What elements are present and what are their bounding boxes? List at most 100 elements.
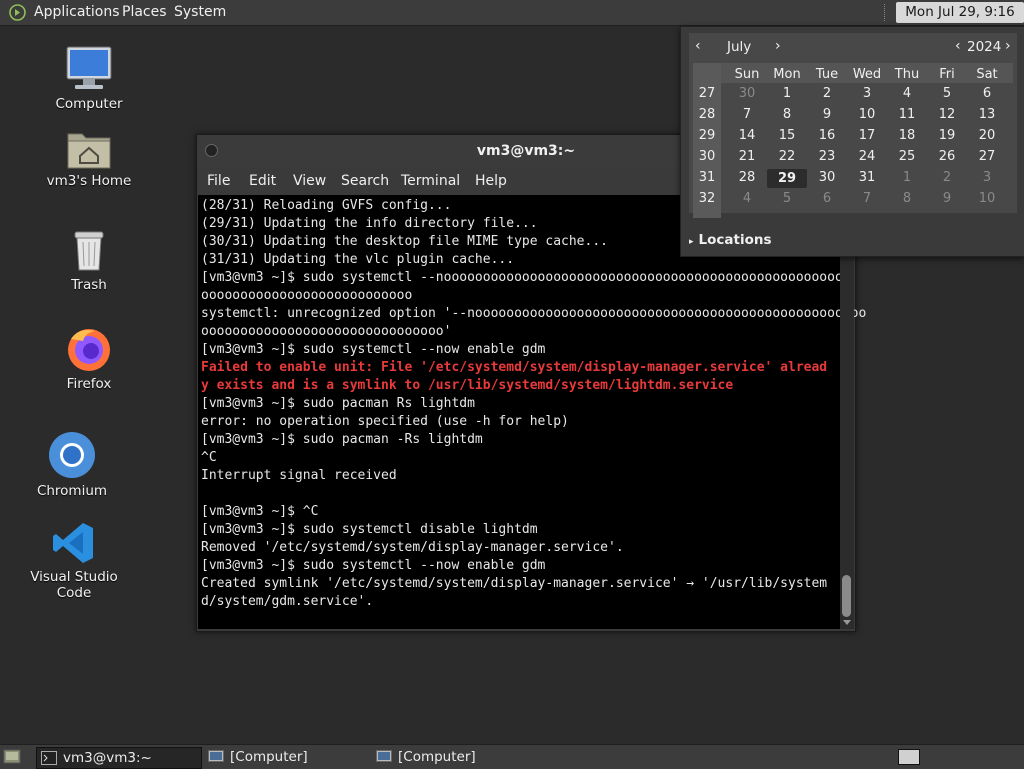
- task-label: [Computer]: [398, 749, 476, 765]
- desktop-icon-chromium[interactable]: Chromium: [12, 430, 132, 499]
- locations-expander[interactable]: ▸ Locations: [689, 232, 772, 248]
- weekday-header: Wed: [852, 67, 882, 82]
- show-desktop-icon[interactable]: [3, 749, 21, 765]
- weekday-header: Thu: [894, 67, 920, 82]
- calendar-day[interactable]: 14: [727, 128, 767, 143]
- menu-help[interactable]: Help: [475, 173, 507, 189]
- scroll-down-arrow-icon[interactable]: [843, 620, 851, 625]
- calendar-day[interactable]: 24: [847, 149, 887, 164]
- calendar-day[interactable]: 30: [727, 86, 767, 101]
- terminal-line: [vm3@vm3 ~]$ sudo systemctl --nooooooooo…: [201, 270, 851, 285]
- calendar-day[interactable]: 11: [887, 107, 927, 122]
- calendar-day-today[interactable]: 29: [767, 169, 807, 188]
- calendar-day[interactable]: 16: [807, 128, 847, 143]
- terminal-line: ooooooooooooooooooooooooooooooo': [201, 324, 452, 339]
- terminal-line: [vm3@vm3 ~]$ sudo systemctl disable ligh…: [201, 522, 538, 537]
- calendar-day[interactable]: 6: [967, 86, 1007, 101]
- week-number: 27: [698, 86, 716, 101]
- weekday-header: Fri: [939, 67, 955, 82]
- calendar-day[interactable]: 31: [847, 170, 887, 185]
- weekday-header: Sun: [734, 67, 760, 82]
- calendar-day[interactable]: 3: [847, 86, 887, 101]
- applications-menu[interactable]: Applications: [34, 4, 120, 20]
- system-menu[interactable]: System: [174, 4, 226, 20]
- menu-file[interactable]: File: [207, 173, 230, 189]
- terminal-line: y exists and is a symlink to /usr/lib/sy…: [201, 378, 734, 393]
- calendar-day[interactable]: 7: [847, 191, 887, 206]
- calendar-day[interactable]: 20: [967, 128, 1007, 143]
- calendar-day[interactable]: 10: [847, 107, 887, 122]
- terminal-line: Failed to enable unit: File '/etc/system…: [201, 360, 828, 375]
- weekday-header: Mon: [773, 67, 801, 82]
- terminal-line: [vm3@vm3 ~]$ sudo pacman -Rs lightdm: [201, 432, 483, 447]
- desktop-icon-trash[interactable]: Trash: [29, 228, 149, 293]
- calendar-day[interactable]: 6: [807, 191, 847, 206]
- calendar-day[interactable]: 5: [767, 191, 807, 206]
- desktop-icon-home[interactable]: vm3's Home: [29, 128, 149, 189]
- taskbar-item-terminal[interactable]: vm3@vm3:~: [36, 747, 202, 769]
- desktop-icon-label: Computer: [55, 96, 123, 112]
- calendar-day[interactable]: 21: [727, 149, 767, 164]
- terminal-line: [vm3@vm3 ~]$ sudo systemctl --now enable…: [201, 558, 546, 573]
- calendar-day[interactable]: 9: [807, 107, 847, 122]
- menu-terminal[interactable]: Terminal: [401, 173, 460, 189]
- desktop-icon-firefox[interactable]: Firefox: [29, 325, 149, 392]
- taskbar-item-computer[interactable]: [Computer]: [204, 747, 368, 767]
- calendar-day[interactable]: 4: [727, 191, 767, 206]
- desktop-icon-computer[interactable]: Computer: [29, 45, 149, 112]
- calendar-day[interactable]: 25: [887, 149, 927, 164]
- terminal-line: Created symlink '/etc/systemd/system/dis…: [201, 576, 828, 591]
- terminal-line: ^C: [201, 450, 217, 465]
- terminal-scrollbar[interactable]: [840, 195, 854, 629]
- calendar-day[interactable]: 2: [927, 170, 967, 185]
- task-label: [Computer]: [230, 749, 308, 765]
- mate-logo-icon[interactable]: [9, 4, 26, 21]
- calendar-day[interactable]: 1: [887, 170, 927, 185]
- calendar-popup: ‹ July › ‹ 2024 › Sun Mon Tue Wed Thu Fri Sat 2…: [680, 26, 1024, 257]
- calendar-day[interactable]: 1: [767, 86, 807, 101]
- taskbar-item-computer-2[interactable]: [Computer]: [372, 747, 536, 767]
- next-month-arrow-icon[interactable]: ›: [775, 38, 781, 54]
- next-year-arrow-icon[interactable]: ›: [1005, 38, 1011, 54]
- calendar-day[interactable]: 13: [967, 107, 1007, 122]
- calendar-day[interactable]: 15: [767, 128, 807, 143]
- places-menu[interactable]: Places: [122, 4, 167, 20]
- calendar-day[interactable]: 22: [767, 149, 807, 164]
- calendar-day[interactable]: 7: [727, 107, 767, 122]
- menu-search[interactable]: Search: [341, 173, 389, 189]
- calendar-day[interactable]: 17: [847, 128, 887, 143]
- calendar-day[interactable]: 2: [807, 86, 847, 101]
- calendar-day[interactable]: 4: [887, 86, 927, 101]
- calendar-day[interactable]: 3: [967, 170, 1007, 185]
- calendar-day[interactable]: 28: [727, 170, 767, 185]
- week-number: 30: [698, 149, 716, 164]
- desktop-icon-label: Visual Studio Code: [30, 569, 118, 601]
- terminal-line: systemctl: unrecognized option '--nooooo…: [201, 306, 867, 321]
- terminal-line: d/system/gdm.service'.: [201, 594, 374, 609]
- calendar-day[interactable]: 19: [927, 128, 967, 143]
- prev-year-arrow-icon[interactable]: ‹: [955, 38, 961, 54]
- calendar-day[interactable]: 8: [767, 107, 807, 122]
- calendar-widget: ‹ July › ‹ 2024 › Sun Mon Tue Wed Thu Fri Sat 2…: [689, 33, 1017, 218]
- week-number: 31: [698, 170, 716, 185]
- workspace-switcher[interactable]: [898, 749, 920, 765]
- menu-edit[interactable]: Edit: [249, 173, 276, 189]
- calendar-day[interactable]: 27: [967, 149, 1007, 164]
- calendar-day[interactable]: 9: [927, 191, 967, 206]
- desktop-icon-vscode[interactable]: Visual Studio Code: [14, 520, 134, 601]
- calendar-day[interactable]: 30: [807, 170, 847, 185]
- calendar-day[interactable]: 18: [887, 128, 927, 143]
- scrollbar-thumb[interactable]: [842, 575, 851, 617]
- menu-view[interactable]: View: [293, 173, 326, 189]
- calendar-day[interactable]: 5: [927, 86, 967, 101]
- calendar-day[interactable]: 23: [807, 149, 847, 164]
- calendar-day[interactable]: 12: [927, 107, 967, 122]
- clock-applet[interactable]: Mon Jul 29, 9:16 AM: [896, 2, 1024, 41]
- prev-month-arrow-icon[interactable]: ‹: [695, 38, 701, 54]
- terminal-line: error: no operation specified (use -h fo…: [201, 414, 569, 429]
- calendar-day[interactable]: 8: [887, 191, 927, 206]
- computer-icon: [66, 46, 112, 89]
- terminal-output[interactable]: (28/31) Reloading GVFS config... (29/31) …: [198, 195, 866, 629]
- calendar-day[interactable]: 10: [967, 191, 1007, 206]
- calendar-day[interactable]: 26: [927, 149, 967, 164]
